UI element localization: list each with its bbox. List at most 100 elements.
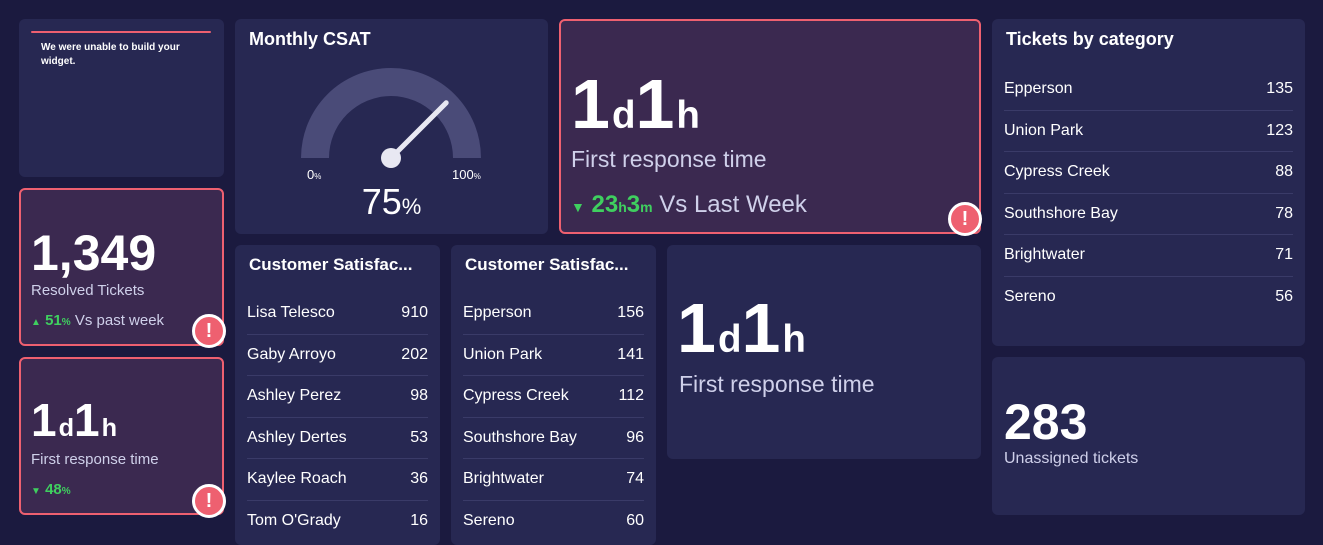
gauge-hub [381, 148, 401, 168]
list-item[interactable]: Cypress Creek 88 [1004, 152, 1293, 194]
csat-agents-title: Customer Satisfac... [249, 255, 413, 274]
tickets-by-category-list: Epperson 135 Union Park 123 Cypress Creek 88 S… [1004, 69, 1293, 318]
list-item[interactable]: Lisa Telesco 910 [247, 293, 428, 335]
frt-mid-label: First response time [679, 371, 875, 397]
gauge-needle [388, 100, 449, 161]
frt-large-trend-hours: 23 [591, 191, 619, 218]
unassigned-tickets-card[interactable]: 283 Unassigned tickets [992, 357, 1305, 515]
list-item-value: 88 [1275, 163, 1293, 181]
list-item[interactable]: Brightwater 74 [463, 459, 644, 501]
frt-mid-hours-unit: h [782, 318, 806, 361]
monthly-csat-card[interactable]: Monthly CSAT 0% 100% 75% [235, 19, 548, 234]
list-item[interactable]: Ashley Perez 98 [247, 376, 428, 418]
list-item[interactable]: Epperson 135 [1004, 69, 1293, 111]
first-response-large-card[interactable]: 1d1h First response time ▼ 23h3m Vs Last… [559, 19, 981, 234]
error-message: We were unable to build your widget. [41, 42, 180, 67]
resolved-trend-unit: % [61, 317, 71, 328]
list-item-name: Southshore Bay [463, 428, 577, 446]
list-item-name: Lisa Telesco [247, 304, 335, 322]
csat-value-number: 75 [361, 181, 402, 222]
list-item[interactable]: Ashley Dertes 53 [247, 418, 428, 459]
csat-value-unit: % [401, 194, 422, 219]
csat-locations-list: Epperson 156 Union Park 141 Cypress Creek 112… [463, 293, 644, 542]
frt-small-label: First response time [31, 451, 159, 468]
trend-down-icon: ▼ [31, 486, 41, 497]
list-item-name: Cypress Creek [1004, 163, 1110, 181]
error-widget-card: We were unable to build your widget. [19, 19, 224, 177]
frt-large-days-unit: d [611, 94, 636, 137]
list-item[interactable]: Brightwater 71 [1004, 235, 1293, 277]
frt-large-value: 1d1h [571, 69, 700, 139]
resolved-trend-text: Vs past week [74, 312, 165, 329]
tickets-by-category-card[interactable]: Tickets by category Epperson 135 Union Par… [992, 19, 1305, 346]
alert-icon[interactable]: ! [948, 202, 982, 236]
tickets-by-category-title: Tickets by category [1006, 29, 1174, 49]
alert-icon[interactable]: ! [192, 484, 226, 518]
frt-small-trend: ▼ 48% [31, 481, 71, 498]
gauge-max-unit: % [473, 172, 481, 181]
list-item-name: Brightwater [463, 470, 544, 488]
list-item-value: 123 [1266, 121, 1293, 139]
list-item-value: 156 [617, 304, 644, 322]
csat-locations-card[interactable]: Customer Satisfac... Epperson 156 Union Pa… [451, 245, 656, 545]
frt-mid-days-unit: d [717, 318, 742, 361]
gauge-max-value: 100 [452, 167, 474, 182]
list-item-name: Union Park [1004, 121, 1084, 139]
first-response-mid-card[interactable]: 1d1h First response time [667, 245, 981, 459]
list-item-name: Sereno [463, 512, 515, 530]
list-item[interactable]: Gaby Arroyo 202 [247, 335, 428, 376]
list-item-name: Tom O'Grady [247, 512, 341, 530]
frt-large-trend-minutes: 3 [626, 191, 641, 218]
frt-mid-hours: 1 [741, 289, 781, 367]
gauge-min-label: 0% [307, 167, 321, 182]
list-item[interactable]: Sereno 56 [1004, 277, 1293, 319]
list-item-name: Epperson [463, 304, 532, 322]
frt-large-trend-minutes-unit: m [640, 199, 653, 215]
first-response-small-card[interactable]: 1d1h First response time ▼ 48% [19, 357, 224, 515]
frt-large-trend-hours-unit: h [618, 199, 627, 215]
list-item[interactable]: Union Park 123 [1004, 111, 1293, 152]
alert-icon[interactable]: ! [192, 314, 226, 348]
resolved-tickets-label: Resolved Tickets [31, 282, 145, 299]
frt-large-trend: ▼ 23h3m Vs Last Week [571, 191, 807, 219]
list-item[interactable]: Kaylee Roach 36 [247, 459, 428, 501]
frt-large-hours: 1 [635, 65, 675, 143]
unassigned-value: 283 [1004, 394, 1088, 450]
list-item-value: 16 [410, 512, 428, 530]
error-accent-line [31, 31, 211, 33]
list-item-value: 98 [410, 387, 428, 405]
list-item-name: Brightwater [1004, 246, 1085, 264]
list-item-name: Union Park [463, 345, 543, 363]
frt-small-value: 1d1h [31, 397, 117, 443]
list-item[interactable]: Sereno 60 [463, 501, 644, 543]
frt-small-trend-value: 48 [45, 481, 62, 498]
list-item[interactable]: Tom O'Grady 16 [247, 501, 428, 543]
list-item-value: 910 [401, 304, 428, 322]
list-item-name: Epperson [1004, 80, 1073, 98]
list-item-value: 135 [1266, 80, 1293, 98]
csat-agents-card[interactable]: Customer Satisfac... Lisa Telesco 910 Gaby… [235, 245, 440, 545]
list-item[interactable]: Southshore Bay 78 [1004, 194, 1293, 235]
list-item-value: 36 [410, 470, 428, 488]
list-item[interactable]: Southshore Bay 96 [463, 418, 644, 459]
resolved-trend-value: 51 [45, 312, 62, 329]
frt-small-hours-unit: h [101, 414, 118, 442]
csat-agents-list: Lisa Telesco 910 Gaby Arroyo 202 Ashley Pere… [247, 293, 428, 542]
list-item[interactable]: Union Park 141 [463, 335, 644, 376]
frt-small-days-unit: d [58, 414, 75, 442]
list-item-value: 56 [1275, 288, 1293, 306]
list-item[interactable]: Epperson 156 [463, 293, 644, 335]
frt-small-trend-unit: % [61, 486, 71, 497]
csat-locations-title: Customer Satisfac... [465, 255, 629, 274]
list-item[interactable]: Cypress Creek 112 [463, 376, 644, 418]
list-item-value: 78 [1275, 204, 1293, 222]
gauge-min-unit: % [314, 172, 322, 181]
trend-up-icon: ▲ [31, 317, 41, 328]
list-item-name: Sereno [1004, 288, 1056, 306]
frt-large-hours-unit: h [676, 94, 700, 137]
frt-mid-value: 1d1h [677, 293, 806, 363]
trend-down-icon: ▼ [571, 199, 585, 215]
list-item-name: Ashley Dertes [247, 428, 347, 446]
list-item-name: Gaby Arroyo [247, 345, 336, 363]
frt-large-days: 1 [571, 65, 610, 143]
